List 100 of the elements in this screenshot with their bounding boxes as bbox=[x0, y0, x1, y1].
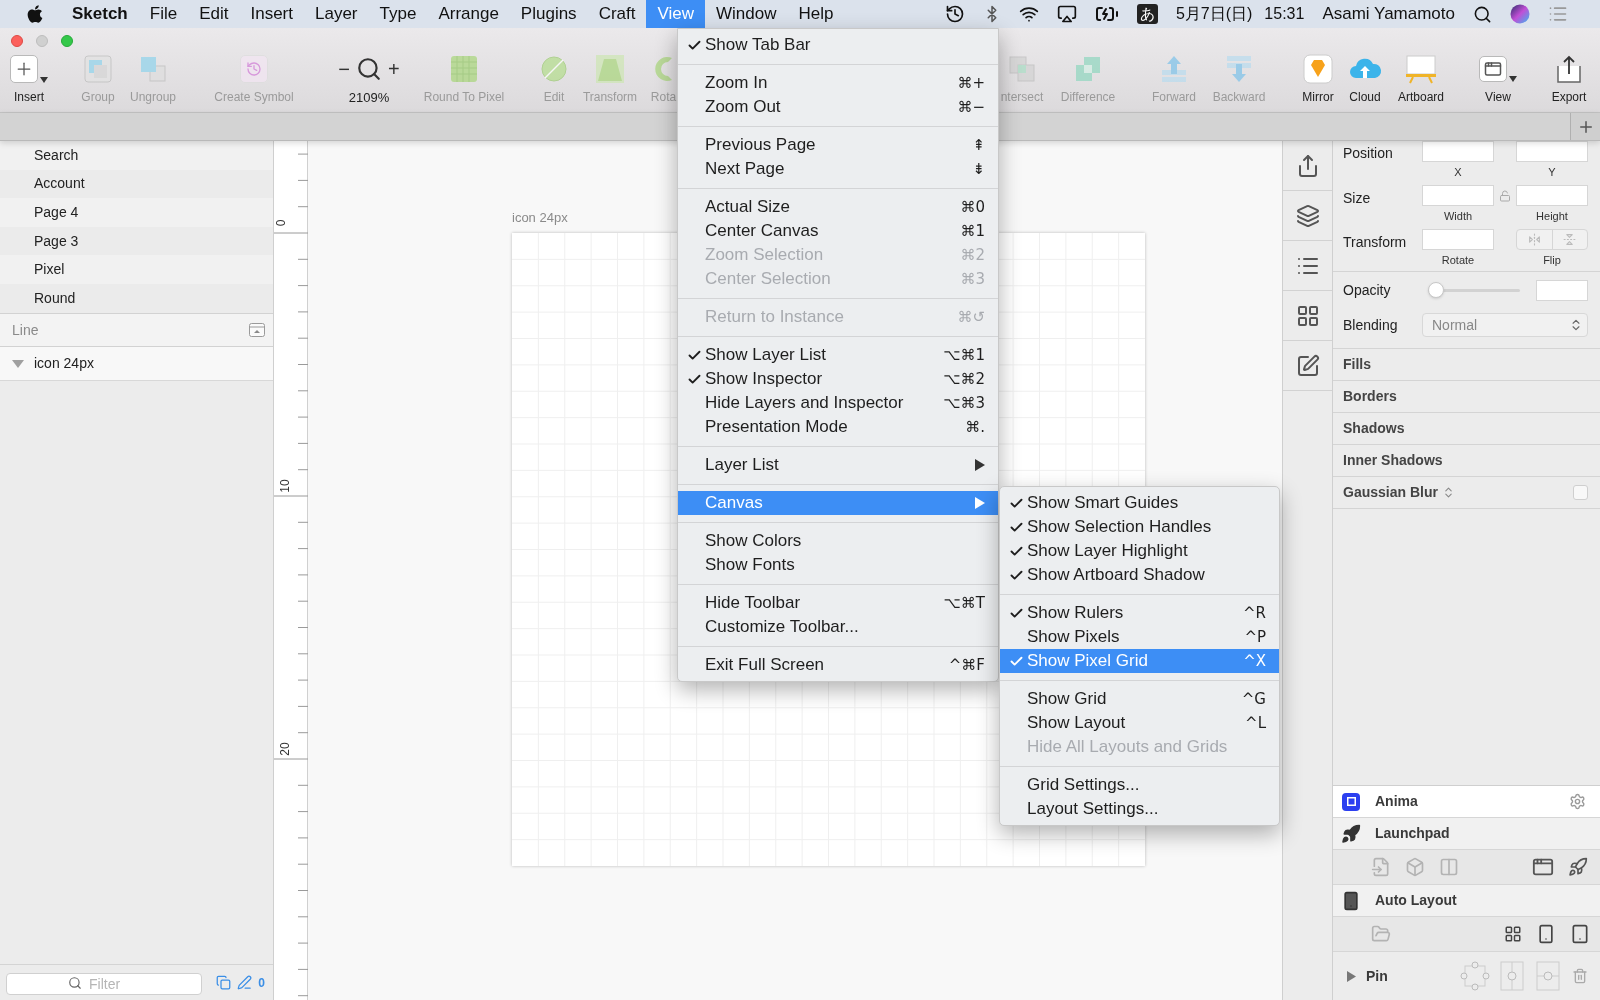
section-header[interactable]: Fills bbox=[1333, 349, 1600, 381]
menu-item[interactable]: Zoom In ⌘+ bbox=[678, 71, 998, 95]
unlock-icon[interactable] bbox=[1499, 189, 1511, 202]
settings-icon[interactable] bbox=[1569, 793, 1586, 810]
page-item[interactable]: Page 4 bbox=[0, 198, 273, 227]
menu-item[interactable]: Show Pixels ^P bbox=[1000, 625, 1279, 649]
menu-item[interactable]: Presentation Mode ⌘. bbox=[678, 415, 998, 439]
pin-label[interactable]: Pin bbox=[1366, 965, 1388, 987]
opacity-slider[interactable] bbox=[1428, 282, 1520, 298]
clock-icon[interactable] bbox=[944, 4, 965, 24]
page-item[interactable]: Pixel bbox=[0, 255, 273, 284]
menu-bar-item[interactable]: Window bbox=[705, 0, 788, 28]
input-source-indicator[interactable]: あ bbox=[1136, 4, 1158, 24]
tablet-icon[interactable] bbox=[1570, 924, 1590, 944]
menu-bar-item[interactable]: Insert bbox=[239, 0, 304, 28]
menu-item[interactable]: Show Layout ^L bbox=[1000, 711, 1279, 735]
cube-icon[interactable] bbox=[1405, 857, 1425, 877]
menu-item[interactable]: Hide Layers and Inspector ⌥⌘3 bbox=[678, 391, 998, 415]
number-field[interactable] bbox=[1422, 141, 1494, 162]
menu-bar-item[interactable]: Plugins bbox=[509, 0, 588, 28]
number-field[interactable] bbox=[1422, 229, 1494, 250]
number-field[interactable] bbox=[1422, 185, 1494, 206]
pin-nodes-icon[interactable] bbox=[1460, 961, 1490, 991]
number-field[interactable] bbox=[1516, 185, 1588, 206]
menu-bar-item[interactable]: Sketch bbox=[61, 0, 139, 28]
menu-item[interactable]: Show Layer List ⌥⌘1 bbox=[678, 343, 998, 367]
menu-item[interactable]: Show Grid ^G bbox=[1000, 687, 1279, 711]
menu-item[interactable]: Next Page ⇟ bbox=[678, 157, 998, 181]
section-header[interactable]: Inner Shadows bbox=[1333, 445, 1600, 477]
close-button[interactable] bbox=[11, 35, 23, 47]
menu-bar-item[interactable]: Type bbox=[368, 0, 428, 28]
menu-item[interactable]: Customize Toolbar... bbox=[678, 615, 998, 639]
menu-item[interactable]: Show Artboard Shadow bbox=[1000, 563, 1279, 587]
menu-bar-item[interactable]: Edit bbox=[188, 0, 240, 28]
disclosure-triangle-icon[interactable] bbox=[1347, 970, 1356, 982]
plugin-header[interactable]: Launchpad bbox=[1333, 818, 1600, 850]
menu-item[interactable]: Center Canvas ⌘1 bbox=[678, 219, 998, 243]
checkbox[interactable] bbox=[1573, 485, 1588, 500]
copy-icon[interactable] bbox=[216, 975, 232, 990]
menu-bar-item[interactable]: Layer bbox=[304, 0, 369, 28]
menu-bar-item[interactable]: Help bbox=[787, 0, 845, 28]
plugin-header[interactable]: Auto Layout bbox=[1333, 885, 1600, 917]
grid-icon[interactable] bbox=[1295, 303, 1320, 328]
menu-item[interactable]: Hide Toolbar ⌥⌘T bbox=[678, 591, 998, 615]
stack-icon[interactable] bbox=[1295, 203, 1320, 228]
minimize-button[interactable] bbox=[36, 35, 48, 47]
menu-item[interactable]: Show Fonts bbox=[678, 553, 998, 577]
section-header[interactable]: Gaussian Blur bbox=[1343, 482, 1438, 503]
menu-bar-item[interactable]: Arrange bbox=[427, 0, 510, 28]
menu-item[interactable]: Actual Size ⌘0 bbox=[678, 195, 998, 219]
page-item[interactable]: Search bbox=[0, 141, 273, 170]
folder-icon[interactable] bbox=[1371, 924, 1391, 944]
wifi-icon[interactable] bbox=[1018, 4, 1039, 24]
zoom-in-button[interactable]: + bbox=[388, 59, 400, 79]
menu-item[interactable]: Show Colors bbox=[678, 529, 998, 553]
toolbar-button[interactable]: View bbox=[1474, 54, 1522, 106]
slider-thumb[interactable] bbox=[1428, 282, 1444, 298]
filter-field[interactable]: Filter bbox=[6, 972, 202, 995]
disclosure-triangle-icon[interactable] bbox=[12, 359, 24, 368]
menu-item[interactable]: Zoom Out ⌘− bbox=[678, 95, 998, 119]
orb-icon[interactable] bbox=[1510, 4, 1530, 24]
menu-item[interactable]: Show Rulers ^R bbox=[1000, 601, 1279, 625]
menu-bar-date[interactable]: 5月7日(日) bbox=[1175, 2, 1253, 26]
screen-icon[interactable] bbox=[1056, 4, 1077, 24]
menu-item[interactable]: Show Smart Guides bbox=[1000, 491, 1279, 515]
section-header[interactable]: Shadows bbox=[1333, 413, 1600, 445]
plugin-header[interactable]: Anima bbox=[1333, 786, 1600, 818]
menu-item[interactable]: Show Layer Highlight bbox=[1000, 539, 1279, 563]
phone-icon[interactable] bbox=[1536, 924, 1556, 944]
pin-middle-icon[interactable] bbox=[1536, 961, 1560, 991]
trash-icon[interactable] bbox=[1572, 968, 1588, 984]
zoom-button[interactable] bbox=[61, 35, 73, 47]
apple-logo-icon[interactable] bbox=[25, 4, 45, 24]
layer-row[interactable]: icon 24px bbox=[0, 347, 273, 381]
menu-item[interactable]: Layout Settings... bbox=[1000, 797, 1279, 821]
menu-item[interactable]: Show Selection Handles bbox=[1000, 515, 1279, 539]
menu-item[interactable]: Show Inspector ⌥⌘2 bbox=[678, 367, 998, 391]
menu-bar-time[interactable]: 15:31 bbox=[1264, 2, 1305, 26]
menu-bar-item[interactable]: Craft bbox=[587, 0, 647, 28]
edit-icon[interactable] bbox=[1295, 353, 1320, 378]
pin-center-icon[interactable] bbox=[1500, 961, 1524, 991]
toolbar-button[interactable]: Export bbox=[1544, 54, 1594, 106]
document-icon[interactable] bbox=[1371, 857, 1391, 877]
collapse-icon[interactable] bbox=[249, 323, 265, 337]
window-icon[interactable] bbox=[1532, 856, 1554, 878]
menu-bar-item[interactable]: File bbox=[138, 0, 189, 28]
zoom-out-button[interactable]: − bbox=[338, 59, 350, 79]
toolbar-button[interactable]: Cloud bbox=[1342, 54, 1388, 106]
number-field[interactable] bbox=[1516, 141, 1588, 162]
pen-icon[interactable] bbox=[237, 975, 253, 990]
grid-icon[interactable] bbox=[1504, 925, 1522, 943]
toolbar-button[interactable]: Insert bbox=[4, 54, 54, 106]
menu-item[interactable]: Show Tab Bar bbox=[678, 33, 998, 57]
menu-item[interactable]: Exit Full Screen ^⌘F bbox=[678, 653, 998, 677]
toolbar-button[interactable]: Mirror bbox=[1294, 54, 1342, 106]
menu-item[interactable]: Previous Page ⇞ bbox=[678, 133, 998, 157]
rocket-icon[interactable] bbox=[1568, 857, 1588, 877]
menu-item[interactable]: Layer List bbox=[678, 453, 998, 477]
section-header[interactable]: Borders bbox=[1333, 381, 1600, 413]
toolbar-button[interactable]: Artboard bbox=[1390, 54, 1452, 106]
